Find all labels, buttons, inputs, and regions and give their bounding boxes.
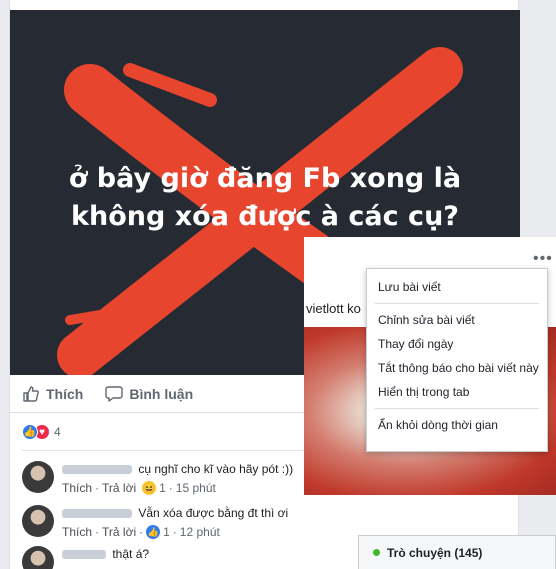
image-caption-line1: ở bây giờ đăng Fb xong là [68,163,462,194]
menu-item-save-post[interactable]: Lưu bài viết [367,275,547,299]
comment-time[interactable]: 15 phút [176,481,216,495]
online-status-icon [373,549,380,556]
comment-reaction-count: 1 [159,481,166,495]
haha-reaction-icon: 😆 [142,481,157,495]
reaction-count: 4 [54,425,61,439]
image-caption: ở bây giờ đăng Fb xong là không xóa được… [10,160,520,236]
comment-item: cụ nghĩ cho kĩ vào hãy pót :)) Thích · T… [22,461,293,495]
comment-reaction-count: 1 [163,525,170,539]
comment-time[interactable]: 12 phút [180,525,220,539]
like-button[interactable]: Thích [22,385,83,403]
overlay-text: vietlott ko [306,301,361,316]
like-button-label: Thích [46,385,84,402]
menu-item-edit-post[interactable]: Chỉnh sửa bài viết [367,308,547,332]
like-reaction-icon: 👍 [22,424,38,440]
comment-author-blurred[interactable] [62,550,106,560]
menu-separator [375,408,539,409]
menu-separator [375,303,539,304]
comment-like-link[interactable]: Thích [62,525,92,539]
comment-reply-link[interactable]: Trả lời [102,481,136,495]
comment-text: cụ nghĩ cho kĩ vào hãy pót :)) [138,462,294,476]
menu-item-hide-from-timeline[interactable]: Ẩn khỏi dòng thời gian [367,413,547,437]
thumbs-up-icon [23,385,39,402]
comment-text: Vẫn xóa được bằng đt thì ơi [138,506,289,520]
comment-button[interactable]: Bình luận [105,385,193,403]
post-options-menu: Lưu bài viết Chỉnh sửa bài viết Thay đổi… [366,268,548,452]
avatar[interactable] [22,505,54,537]
menu-item-change-date[interactable]: Thay đổi ngày [367,332,547,356]
menu-item-turn-off-notifications[interactable]: Tắt thông báo cho bài viết này [367,356,547,380]
menu-item-show-in-tab[interactable]: Hiển thị trong tab [367,380,547,404]
comment-text: thật á? [112,547,150,561]
comment-like-link[interactable]: Thích [62,481,92,495]
reaction-summary[interactable]: 👍 ♥ 4 [22,424,61,440]
comment-bubble-icon [105,385,124,402]
comment-reply-link[interactable]: Trả lời [102,525,136,539]
comment-button-label: Bình luận [129,385,194,402]
avatar[interactable] [22,461,54,493]
more-options-icon[interactable]: ••• [533,250,553,268]
like-reaction-icon: 👍 [146,525,161,539]
chat-bar[interactable]: Trò chuyện (145) [358,535,556,569]
comment-item: Vẫn xóa được bằng đt thì ơi Thích · Trả … [22,505,288,539]
comment-author-blurred[interactable] [62,465,132,475]
chat-label: Trò chuyện (145) [387,545,483,560]
image-caption-line2: không xóa được à các cụ? [71,201,459,232]
comment-item: thật á? [22,546,149,569]
comment-author-blurred[interactable] [62,509,132,519]
avatar[interactable] [22,546,54,569]
